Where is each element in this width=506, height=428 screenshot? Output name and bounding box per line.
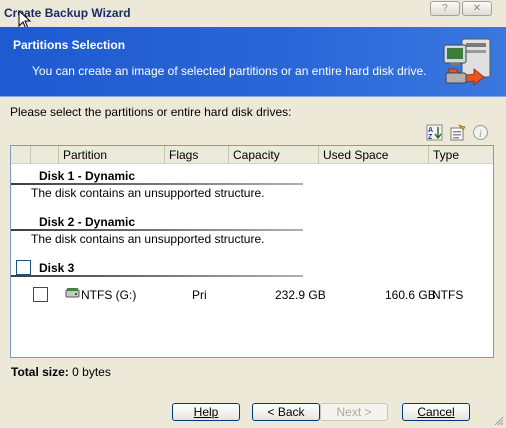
partition-list[interactable]: Partition Flags Capacity Used Space Type… [10, 145, 494, 358]
column-select[interactable] [31, 146, 59, 164]
close-icon: ✕ [472, 3, 482, 14]
disk-2-divider [11, 229, 303, 231]
next-button[interactable]: Next > [320, 403, 388, 421]
help-button[interactable]: Help [172, 403, 240, 421]
help-button-label: Help [193, 405, 219, 419]
svg-text:i: i [479, 129, 482, 140]
help-title-button[interactable]: ? [430, 1, 460, 16]
help-title-label: ? [442, 3, 448, 14]
svg-text:Z: Z [428, 134, 433, 141]
header-subtitle: You can create an image of selected part… [32, 64, 427, 78]
disk-3-checkbox[interactable] [16, 260, 31, 275]
disk-2-title: Disk 2 - Dynamic [39, 215, 136, 229]
close-title-button[interactable]: ✕ [462, 1, 492, 16]
partition-checkbox[interactable] [33, 287, 48, 302]
back-button-label: < Back [267, 405, 305, 419]
partition-type: NTFS [432, 288, 464, 302]
partition-name: NTFS (G:) [81, 288, 137, 302]
partition-row[interactable]: NTFS (G:) Pri 232.9 GB 160.6 GB NTFS [11, 284, 493, 304]
selection-prompt: Please select the partitions or entire h… [10, 105, 292, 119]
cancel-button-label: Cancel [417, 405, 455, 419]
back-button[interactable]: < Back [252, 403, 320, 421]
wizard-header: Partitions Selection You can create an i… [0, 27, 506, 97]
column-capacity[interactable]: Capacity [229, 146, 319, 164]
svg-text:A: A [428, 127, 433, 134]
disk-3-title: Disk 3 [39, 261, 75, 275]
column-flags[interactable]: Flags [165, 146, 229, 164]
resize-grip-icon[interactable] [492, 414, 504, 426]
partition-capacity: 232.9 GB [275, 288, 326, 302]
column-checkbox[interactable] [11, 146, 31, 164]
disk-3-divider [11, 275, 303, 277]
backup-wizard-icon [443, 38, 491, 86]
partition-flags: Pri [192, 288, 207, 302]
column-type[interactable]: Type [429, 146, 493, 164]
disk-1-message: The disk contains an unsupported structu… [31, 186, 265, 200]
partition-used-space: 160.6 GB [385, 288, 436, 302]
title-bar: Create Backup Wizard ? ✕ [0, 0, 506, 30]
next-button-label: Next > [336, 405, 372, 419]
info-icon[interactable]: i [472, 124, 489, 141]
total-size: Total size: 0 bytes [11, 365, 111, 379]
disk-2-message: The disk contains an unsupported structu… [31, 232, 265, 246]
disk-1-divider [11, 183, 303, 185]
partition-icon [65, 288, 80, 298]
header-title: Partitions Selection [13, 38, 126, 52]
total-size-value: 0 bytes [72, 365, 111, 379]
sort-icon[interactable]: A Z [426, 124, 443, 141]
column-partition[interactable]: Partition [59, 146, 165, 164]
column-header: Partition Flags Capacity Used Space Type [11, 146, 493, 164]
properties-icon[interactable] [449, 124, 466, 141]
column-used-space[interactable]: Used Space [319, 146, 429, 164]
disk-1-title: Disk 1 - Dynamic [39, 169, 136, 183]
cancel-button[interactable]: Cancel [402, 403, 470, 421]
total-size-label: Total size: [11, 365, 69, 379]
